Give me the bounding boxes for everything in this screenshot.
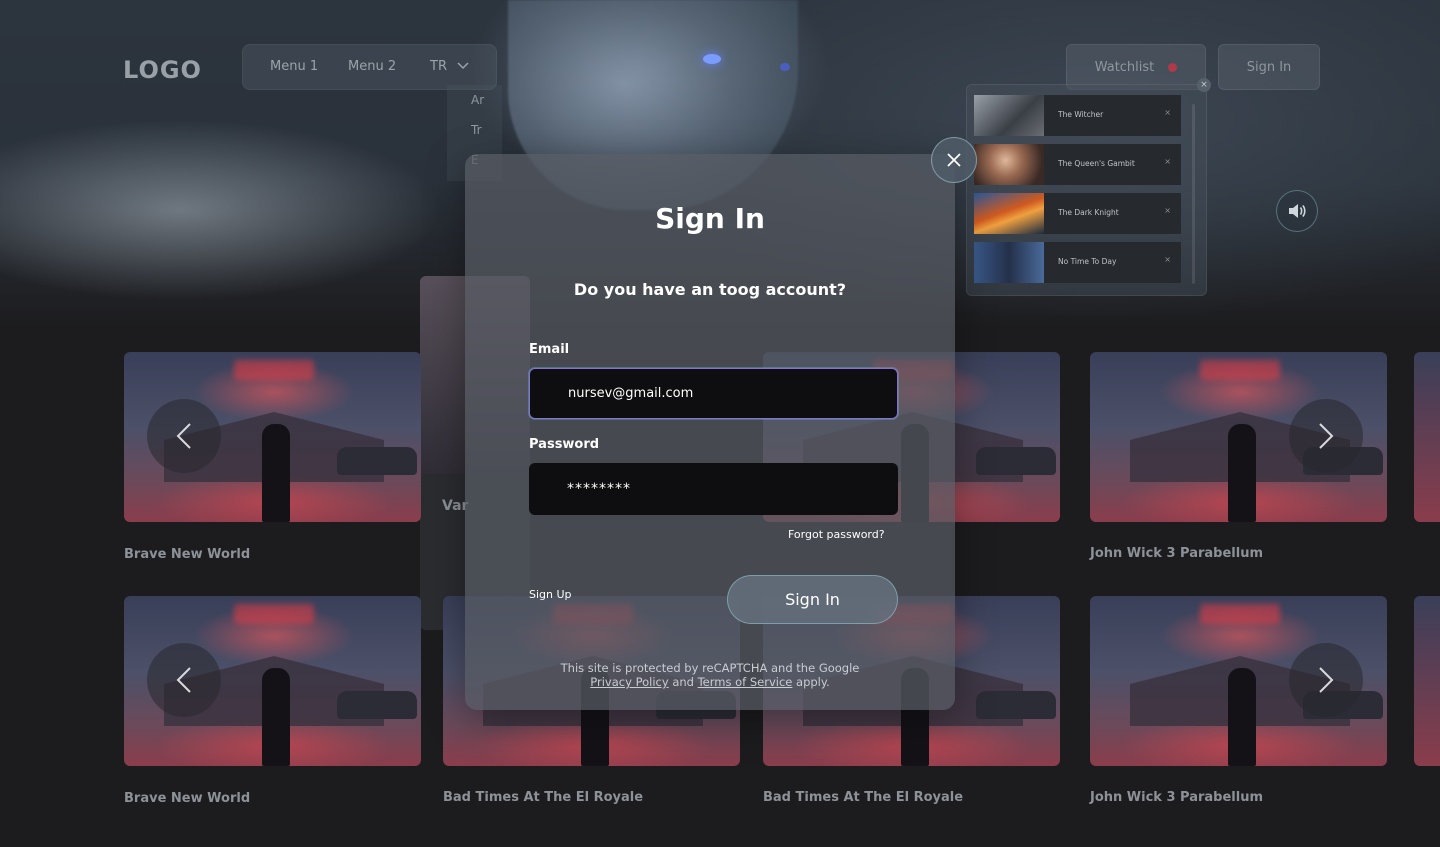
header-signin-button[interactable]: Sign In	[1218, 44, 1320, 90]
recaptcha-apply: apply.	[796, 675, 830, 689]
nav-menu-2[interactable]: Menu 2	[348, 59, 396, 74]
carousel-next-button[interactable]	[1289, 399, 1363, 473]
carousel-prev-button[interactable]	[147, 643, 221, 717]
privacy-policy-link[interactable]: Privacy Policy	[590, 675, 668, 689]
watchlist-indicator-dot	[1168, 62, 1178, 72]
movie-card-title[interactable]: Bad Times At The El Royale	[763, 790, 963, 805]
chevron-left-icon	[176, 667, 191, 693]
volume-button[interactable]	[1276, 190, 1318, 232]
watchlist-item[interactable]: The Dark Knight ×	[974, 193, 1181, 234]
watchlist-remove-icon[interactable]: ×	[1164, 157, 1171, 166]
email-label: Email	[529, 342, 570, 357]
speaker-icon	[1289, 204, 1306, 218]
signup-link[interactable]: Sign Up	[529, 588, 572, 601]
hero-eye-glow	[780, 63, 790, 71]
watchlist-item[interactable]: The Queen's Gambit ×	[974, 144, 1181, 185]
watchlist-scrollbar[interactable]	[1192, 104, 1195, 284]
modal-close-button[interactable]	[931, 137, 977, 183]
recaptcha-and: and	[672, 675, 694, 689]
watchlist-remove-icon[interactable]: ×	[1164, 108, 1171, 117]
watchlist-remove-icon[interactable]: ×	[1164, 206, 1171, 215]
modal-title: Sign In	[655, 202, 765, 235]
forgot-password-link[interactable]: Forgot password?	[788, 528, 885, 541]
terms-of-service-link[interactable]: Terms of Service	[698, 675, 793, 689]
chevron-left-icon	[176, 423, 191, 449]
watchlist-thumbnail	[974, 144, 1044, 185]
nav-menu-1[interactable]: Menu 1	[270, 59, 318, 74]
email-field[interactable]	[529, 368, 898, 419]
language-selected: TR	[430, 59, 447, 74]
watchlist-label: Watchlist	[1094, 59, 1155, 75]
movie-card-title[interactable]: John Wick 3 Parabellum	[1090, 546, 1263, 561]
modal-question: Do you have an toog account?	[573, 280, 847, 299]
recaptcha-text: This site is protected by reCAPTCHA and …	[560, 661, 860, 675]
password-label: Password	[529, 437, 600, 452]
carousel-prev-button[interactable]	[147, 399, 221, 473]
signin-submit-button[interactable]: Sign In	[727, 575, 898, 624]
watchlist-item-title: The Queen's Gambit	[1058, 159, 1135, 168]
watchlist-panel-close-icon[interactable]: ×	[1197, 78, 1211, 92]
main-nav: Menu 1 Menu 2 TR	[242, 44, 497, 90]
watchlist-item[interactable]: The Witcher ×	[974, 95, 1181, 136]
movie-card-image[interactable]	[1414, 352, 1440, 522]
watchlist-item[interactable]: No Time To Day ×	[974, 242, 1181, 283]
watchlist-thumbnail	[974, 242, 1044, 283]
movie-card-title[interactable]: Bad Times At The El Royale	[443, 790, 643, 805]
close-icon	[947, 153, 961, 167]
watchlist-item-title: The Dark Knight	[1058, 208, 1119, 217]
language-option-ar[interactable]: Ar	[471, 93, 484, 107]
watchlist-item-title: No Time To Day	[1058, 257, 1117, 266]
chevron-right-icon	[1319, 667, 1334, 693]
watchlist-remove-icon[interactable]: ×	[1164, 255, 1171, 264]
movie-card-title[interactable]: Brave New World	[124, 547, 250, 562]
movie-card-title[interactable]: Brave New World	[124, 791, 250, 806]
carousel-next-button[interactable]	[1289, 643, 1363, 717]
recaptcha-notice: This site is protected by reCAPTCHA and …	[465, 661, 955, 689]
signin-modal: Sign In Do you have an toog account? Ema…	[465, 154, 955, 710]
password-field[interactable]	[529, 463, 898, 515]
language-option-tr[interactable]: Tr	[471, 123, 482, 137]
language-select[interactable]: TR	[430, 59, 469, 74]
movie-card-image[interactable]	[1414, 596, 1440, 766]
hero-eye-glow	[703, 54, 721, 64]
chevron-right-icon	[1319, 423, 1334, 449]
movie-card-title[interactable]: John Wick 3 Parabellum	[1090, 790, 1263, 805]
chevron-down-icon	[457, 62, 469, 70]
site-logo[interactable]: LOGO	[123, 56, 202, 84]
watchlist-thumbnail	[974, 193, 1044, 234]
watchlist-thumbnail	[974, 95, 1044, 136]
watchlist-item-title: The Witcher	[1058, 110, 1104, 119]
